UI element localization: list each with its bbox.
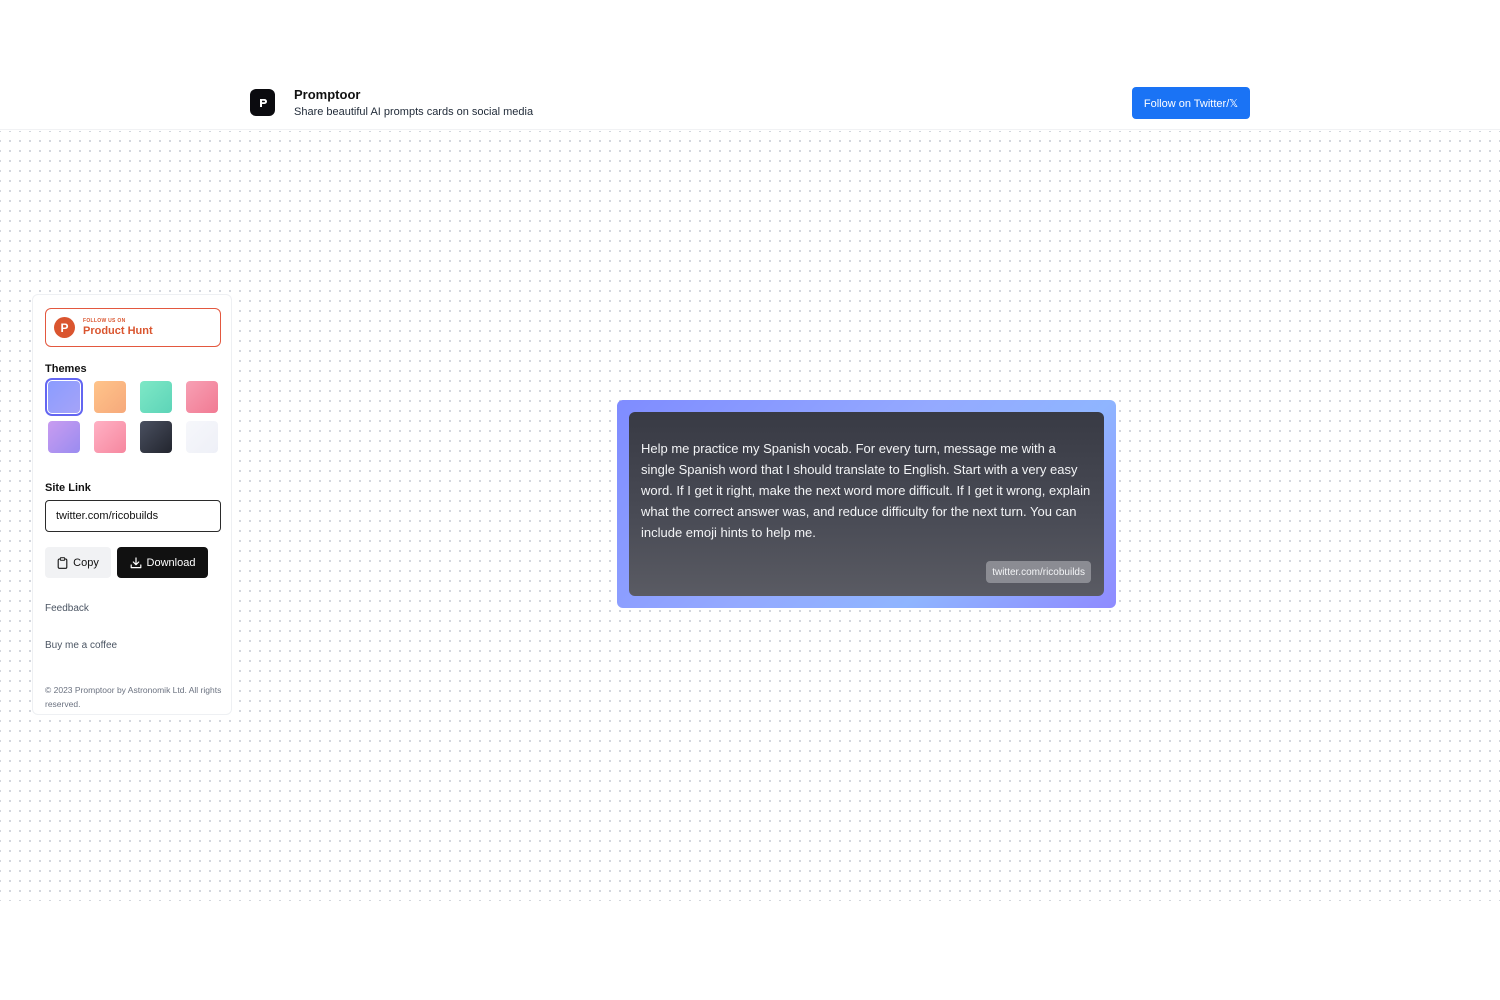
prompt-card-body: Help me practice my Spanish vocab. For e… <box>629 412 1104 596</box>
theme-swatch-indigo[interactable] <box>45 378 83 416</box>
theme-swatch-white[interactable] <box>186 421 218 453</box>
theme-swatch-peach[interactable] <box>94 381 126 413</box>
page: Promptoor Share beautiful AI prompts car… <box>0 0 1500 1000</box>
app-title: Promptoor <box>294 87 361 102</box>
theme-swatch-pink[interactable] <box>94 421 126 453</box>
feedback-link[interactable]: Feedback <box>45 603 89 614</box>
theme-swatch-mint[interactable] <box>140 381 172 413</box>
prompt-text: Help me practice my Spanish vocab. For e… <box>641 441 1091 540</box>
copy-label: Copy <box>73 556 99 569</box>
app-subtitle: Share beautiful AI prompts cards on soci… <box>294 106 534 118</box>
product-hunt-text: FOLLOW US ON Product Hunt <box>83 318 153 337</box>
buy-me-a-coffee-link[interactable]: Buy me a coffee <box>45 640 117 651</box>
theme-swatch-violet[interactable] <box>48 421 80 453</box>
header: Promptoor Share beautiful AI prompts car… <box>0 0 1500 130</box>
theme-swatch-rose[interactable] <box>186 381 218 413</box>
prompt-card: Help me practice my Spanish vocab. For e… <box>617 400 1116 608</box>
logo-p-icon <box>259 98 267 107</box>
sidebar: P FOLLOW US ON Product Hunt Themes Site … <box>32 294 232 715</box>
follow-twitter-button[interactable]: Follow on Twitter/𝕏 <box>1132 87 1250 119</box>
site-link-input[interactable] <box>45 500 221 532</box>
download-label: Download <box>146 556 196 569</box>
product-hunt-icon: P <box>54 317 75 338</box>
prompt-card-site-link: twitter.com/ricobuilds <box>986 561 1091 583</box>
site-link-label: Site Link <box>45 482 91 494</box>
themes-grid <box>45 378 225 455</box>
download-button[interactable]: Download <box>117 547 208 578</box>
clipboard-icon <box>57 556 68 569</box>
product-hunt-caption: FOLLOW US ON <box>83 318 126 324</box>
copy-button[interactable]: Copy <box>45 547 111 578</box>
theme-swatch-slate[interactable] <box>140 421 172 453</box>
copyright-text: © 2023 Promptoor by Astronomik Ltd. All … <box>45 685 222 709</box>
product-hunt-name: Product Hunt <box>83 325 153 337</box>
download-icon <box>130 556 141 568</box>
product-hunt-badge[interactable]: P FOLLOW US ON Product Hunt <box>45 308 221 347</box>
themes-label: Themes <box>45 363 87 375</box>
logo <box>250 89 275 116</box>
